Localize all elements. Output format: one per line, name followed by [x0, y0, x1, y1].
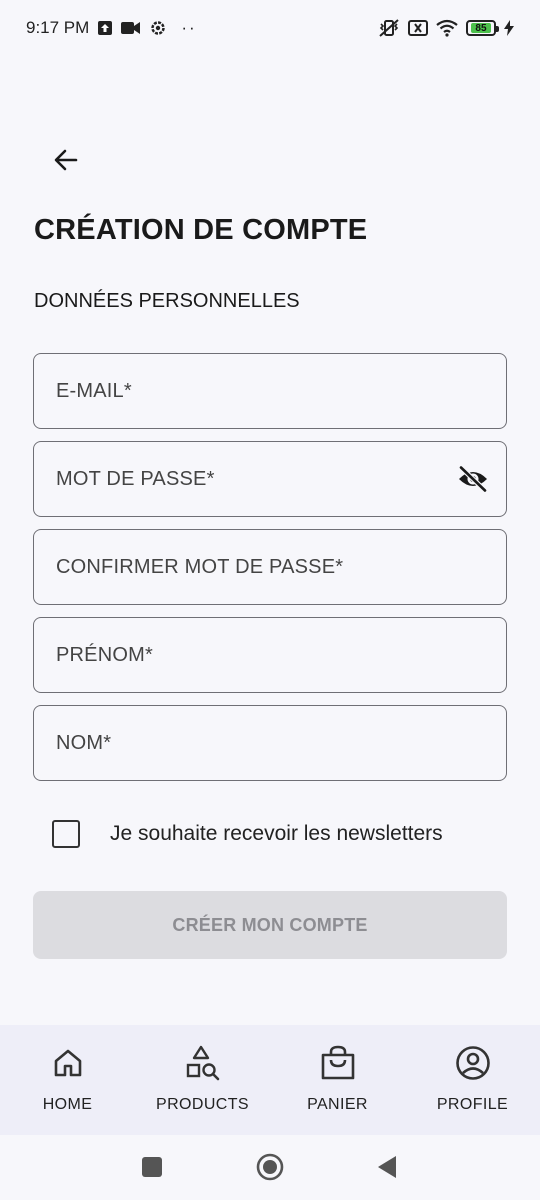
- settings-gear-icon: [149, 19, 167, 37]
- nav-label-products: PRODUCTS: [156, 1096, 249, 1113]
- back-button[interactable]: [46, 140, 86, 180]
- newsletter-label: Je souhaite recevoir les newsletters: [110, 822, 443, 845]
- arrow-back-icon: [54, 149, 78, 171]
- more-notifications-dots: ··: [181, 18, 197, 37]
- section-title: DONNÉES PERSONNELLES: [34, 290, 300, 312]
- recent-apps-button[interactable]: [142, 1157, 162, 1177]
- nav-label-profile: PROFILE: [436, 1096, 509, 1113]
- home-icon: [50, 1043, 86, 1083]
- create-account-button[interactable]: CRÉER MON COMPTE: [33, 891, 507, 959]
- page-title: CRÉATION DE COMPTE: [34, 214, 368, 246]
- confirm-password-placeholder: CONFIRMER MOT DE PASSE*: [56, 555, 344, 578]
- triangle-back-icon: [378, 1156, 396, 1178]
- charging-bolt-icon: [504, 20, 514, 36]
- nav-item-home[interactable]: HOME: [0, 1025, 135, 1114]
- battery-level: 85: [470, 23, 492, 34]
- video-camera-icon: [121, 21, 141, 35]
- newsletter-row[interactable]: Je souhaite recevoir les newsletters: [52, 820, 443, 848]
- password-field[interactable]: MOT DE PASSE*: [33, 441, 507, 517]
- upload-notification-icon: [97, 20, 113, 36]
- nav-label-home: HOME: [42, 1096, 93, 1113]
- password-visibility-toggle[interactable]: [456, 462, 490, 496]
- circle-icon: [256, 1153, 284, 1181]
- battery-icon: 85: [466, 20, 499, 36]
- status-time: 9:17 PM: [26, 18, 90, 37]
- wifi-icon: [436, 19, 458, 37]
- vibrate-off-icon: [378, 18, 400, 38]
- email-placeholder: E-MAIL*: [56, 379, 132, 402]
- newsletter-checkbox[interactable]: [52, 820, 80, 848]
- confirm-password-field[interactable]: CONFIRMER MOT DE PASSE*: [33, 529, 507, 605]
- eye-off-icon: [459, 466, 487, 492]
- email-field[interactable]: E-MAIL*: [33, 353, 507, 429]
- first-name-placeholder: PRÉNOM*: [56, 643, 153, 666]
- nav-item-panier[interactable]: PANIER: [270, 1025, 405, 1114]
- password-placeholder: MOT DE PASSE*: [56, 467, 215, 490]
- nav-item-profile[interactable]: PROFILE: [405, 1025, 540, 1114]
- nav-label-panier: PANIER: [307, 1096, 368, 1113]
- first-name-field[interactable]: PRÉNOM*: [33, 617, 507, 693]
- system-navigation-bar: [0, 1135, 540, 1200]
- shopping-bag-icon: [320, 1043, 356, 1083]
- square-icon: [142, 1157, 162, 1177]
- account-circle-icon: [455, 1043, 491, 1083]
- last-name-field[interactable]: NOM*: [33, 705, 507, 781]
- home-system-button[interactable]: [256, 1153, 284, 1181]
- nav-item-products[interactable]: PRODUCTS: [135, 1025, 270, 1114]
- last-name-placeholder: NOM*: [56, 731, 112, 754]
- status-bar: 9:17 PM ·· 85: [0, 0, 540, 56]
- back-system-button[interactable]: [376, 1155, 398, 1179]
- bottom-navigation: HOME PRODUCTS PANIER PROFILE: [0, 1025, 540, 1135]
- shapes-search-icon: [185, 1043, 221, 1083]
- no-sim-icon: [408, 20, 428, 36]
